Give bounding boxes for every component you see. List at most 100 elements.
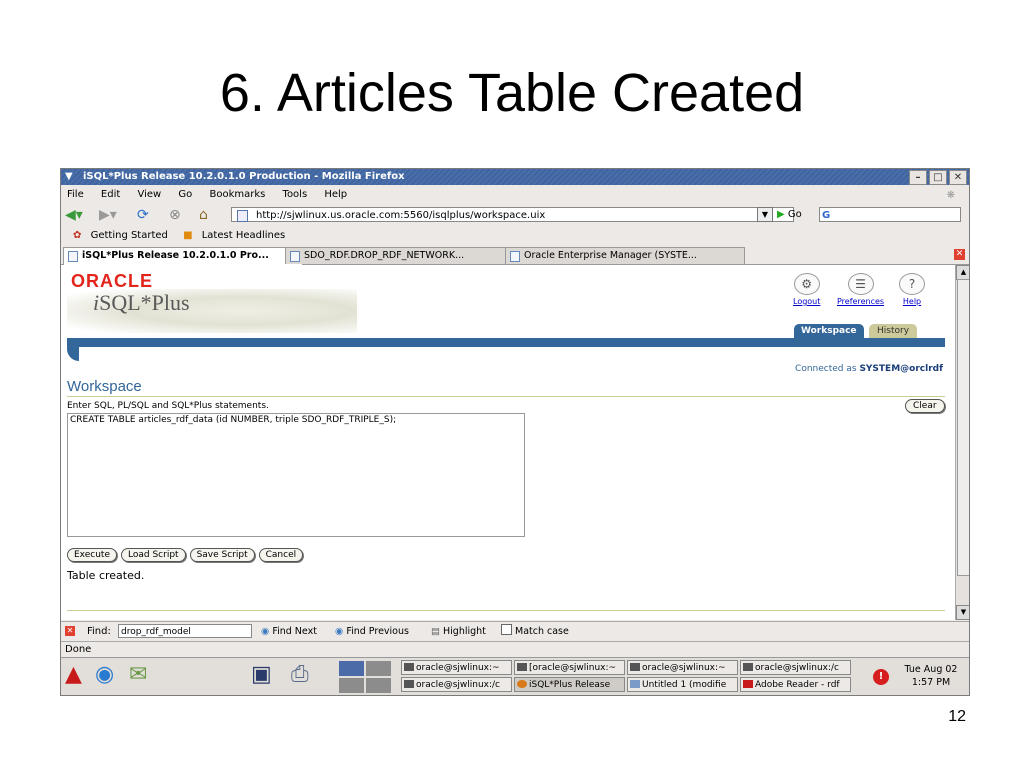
find-input[interactable]: drop_rdf_model [118,624,252,638]
find-next-button[interactable]: ◉ Find Next [261,622,317,641]
find-bar: ✕ Find: drop_rdf_model ◉ Find Next ◉ Fin… [61,621,969,641]
url-dropdown-icon[interactable]: ▼ [757,207,773,222]
taskbar-window[interactable]: iSQL*Plus Release [514,677,625,692]
menu-bookmarks[interactable]: Bookmarks [209,186,265,203]
menu-view[interactable]: View [137,186,161,203]
menu-bar: File Edit View Go Bookmarks Tools Help ❋ [61,186,969,203]
logout-button[interactable]: ⚙ Logout [793,273,820,306]
product-brand: iSQL*Plus [93,290,190,316]
highlight-icon: ▤ [431,626,440,637]
tab-workspace[interactable]: Workspace [794,324,864,338]
workspace-4[interactable] [366,678,391,693]
rss-icon: ■ [183,230,193,241]
match-case-checkbox[interactable]: Match case [501,622,569,641]
home-icon[interactable]: ⌂ [199,207,208,223]
email-icon[interactable]: ✉ [129,662,147,688]
window-title: iSQL*Plus Release 10.2.0.1.0 Production … [83,171,405,182]
taskbar-window[interactable]: oracle@sjwlinux:~ [627,660,738,675]
close-find-icon[interactable]: ✕ [65,626,75,636]
navigation-toolbar: ◀▾ ▶▾ ⟳ ⊗ ⌂ http://sjwlinux.us.oracle.co… [61,204,969,226]
bookmark-label: Getting Started [90,230,168,241]
menu-tools[interactable]: Tools [283,186,308,203]
forward-icon[interactable]: ▶▾ [99,207,117,223]
page-icon [237,210,248,222]
vertical-scrollbar[interactable]: ▲ ▼ [955,265,969,620]
taskbar-window[interactable]: Untitled 1 (modifie [627,677,738,692]
window-titlebar[interactable]: ▼ iSQL*Plus Release 10.2.0.1.0 Productio… [61,169,969,185]
close-tab-icon[interactable]: ✕ [954,249,965,260]
throbber-icon: ❋ [946,190,955,201]
load-script-button[interactable]: Load Script [121,548,186,562]
printer-icon[interactable]: ⎙ [291,662,309,688]
maximize-icon[interactable]: □ [929,170,947,185]
url-text: http://sjwlinux.us.oracle.com:5560/isqlp… [256,210,546,221]
tab-history[interactable]: History [869,324,918,338]
taskbar-window[interactable]: [oracle@sjwlinux:~ [514,660,625,675]
clock[interactable]: Tue Aug 02 1:57 PM [897,663,965,689]
connected-label: Connected as [795,364,857,374]
go-button[interactable]: ▶ Go [777,208,802,222]
help-icon: ? [899,273,925,295]
tab-enterprise-manager[interactable]: Oracle Enterprise Manager (SYSTE... [505,247,745,264]
scroll-down-icon[interactable]: ▼ [956,605,969,620]
taskbar-window[interactable]: oracle@sjwlinux:/c [401,677,512,692]
go-label: Go [787,209,802,220]
preferences-button[interactable]: ☰ Preferences [837,273,884,306]
scroll-up-icon[interactable]: ▲ [956,265,969,280]
menu-edit[interactable]: Edit [101,186,120,203]
terminal-icon [630,663,640,671]
search-engine-label: G [822,210,831,221]
alert-icon[interactable]: ! [873,669,889,685]
taskbar-window[interactable]: oracle@sjwlinux:~ [401,660,512,675]
tab-label: Oracle Enterprise Manager (SYSTE... [524,250,697,261]
window-menu-icon[interactable]: ▼ [65,169,73,185]
help-button[interactable]: ? Help [899,273,925,306]
stop-icon[interactable]: ⊗ [169,207,181,223]
preferences-label: Preferences [837,297,885,306]
terminal-icon[interactable]: ▣ [251,662,272,688]
terminal-icon [404,663,414,671]
redhat-menu-icon[interactable]: ▲ [65,662,82,688]
workspace-switcher[interactable] [339,661,391,693]
clear-button[interactable]: Clear [905,399,945,413]
connected-user: SYSTEM@orclrdf [859,364,943,374]
highlight-button[interactable]: ▤ Highlight [431,622,486,641]
page-title: Workspace [67,378,142,395]
taskbar-window[interactable]: Adobe Reader - rdf [740,677,851,692]
find-next-label: Find Next [272,626,317,637]
bookmarks-toolbar: ✿ Getting Started ■ Latest Headlines [61,227,969,244]
web-browser-icon[interactable]: ◉ [95,662,114,688]
workspace-3[interactable] [339,678,364,693]
find-previous-button[interactable]: ◉ Find Previous [335,622,409,641]
result-output: Table created. [67,569,145,582]
find-label: Find: [87,626,111,637]
preferences-icon: ☰ [847,273,874,295]
scroll-thumb[interactable] [957,279,969,576]
tab-sdo-rdf[interactable]: SDO_RDF.DROP_RDF_NETWORK... [285,247,523,264]
workspace-1[interactable] [339,661,364,676]
cancel-button[interactable]: Cancel [258,548,304,562]
taskbar-window-label: oracle@sjwlinux:/c [416,680,501,690]
reload-icon[interactable]: ⟳ [137,207,149,223]
bookmark-getting-started[interactable]: ✿ Getting Started [67,230,168,241]
menu-go[interactable]: Go [178,186,192,203]
search-input[interactable]: G [819,207,961,222]
minimize-icon[interactable]: – [909,170,927,185]
close-icon[interactable]: ✕ [949,170,967,185]
workspace-2[interactable] [366,661,391,676]
page-icon [68,251,78,262]
bookmark-latest-headlines[interactable]: ■ Latest Headlines [177,230,285,241]
taskbar-window-label: [oracle@sjwlinux:~ [529,663,617,673]
menu-file[interactable]: File [67,186,84,203]
sql-input[interactable]: CREATE TABLE articles_rdf_data (id NUMBE… [67,413,525,537]
save-script-button[interactable]: Save Script [189,548,255,562]
menu-help[interactable]: Help [324,186,347,203]
url-bar[interactable]: http://sjwlinux.us.oracle.com:5560/isqlp… [231,207,794,222]
execute-button[interactable]: Execute [67,548,117,562]
tab-isqlplus[interactable]: iSQL*Plus Release 10.2.0.1.0 Pro... [63,247,303,265]
checkbox-icon [501,624,512,635]
header-band [67,338,945,347]
taskbar-window-label: iSQL*Plus Release [529,680,611,690]
taskbar-window[interactable]: oracle@sjwlinux:/c [740,660,851,675]
back-icon[interactable]: ◀▾ [65,207,83,223]
